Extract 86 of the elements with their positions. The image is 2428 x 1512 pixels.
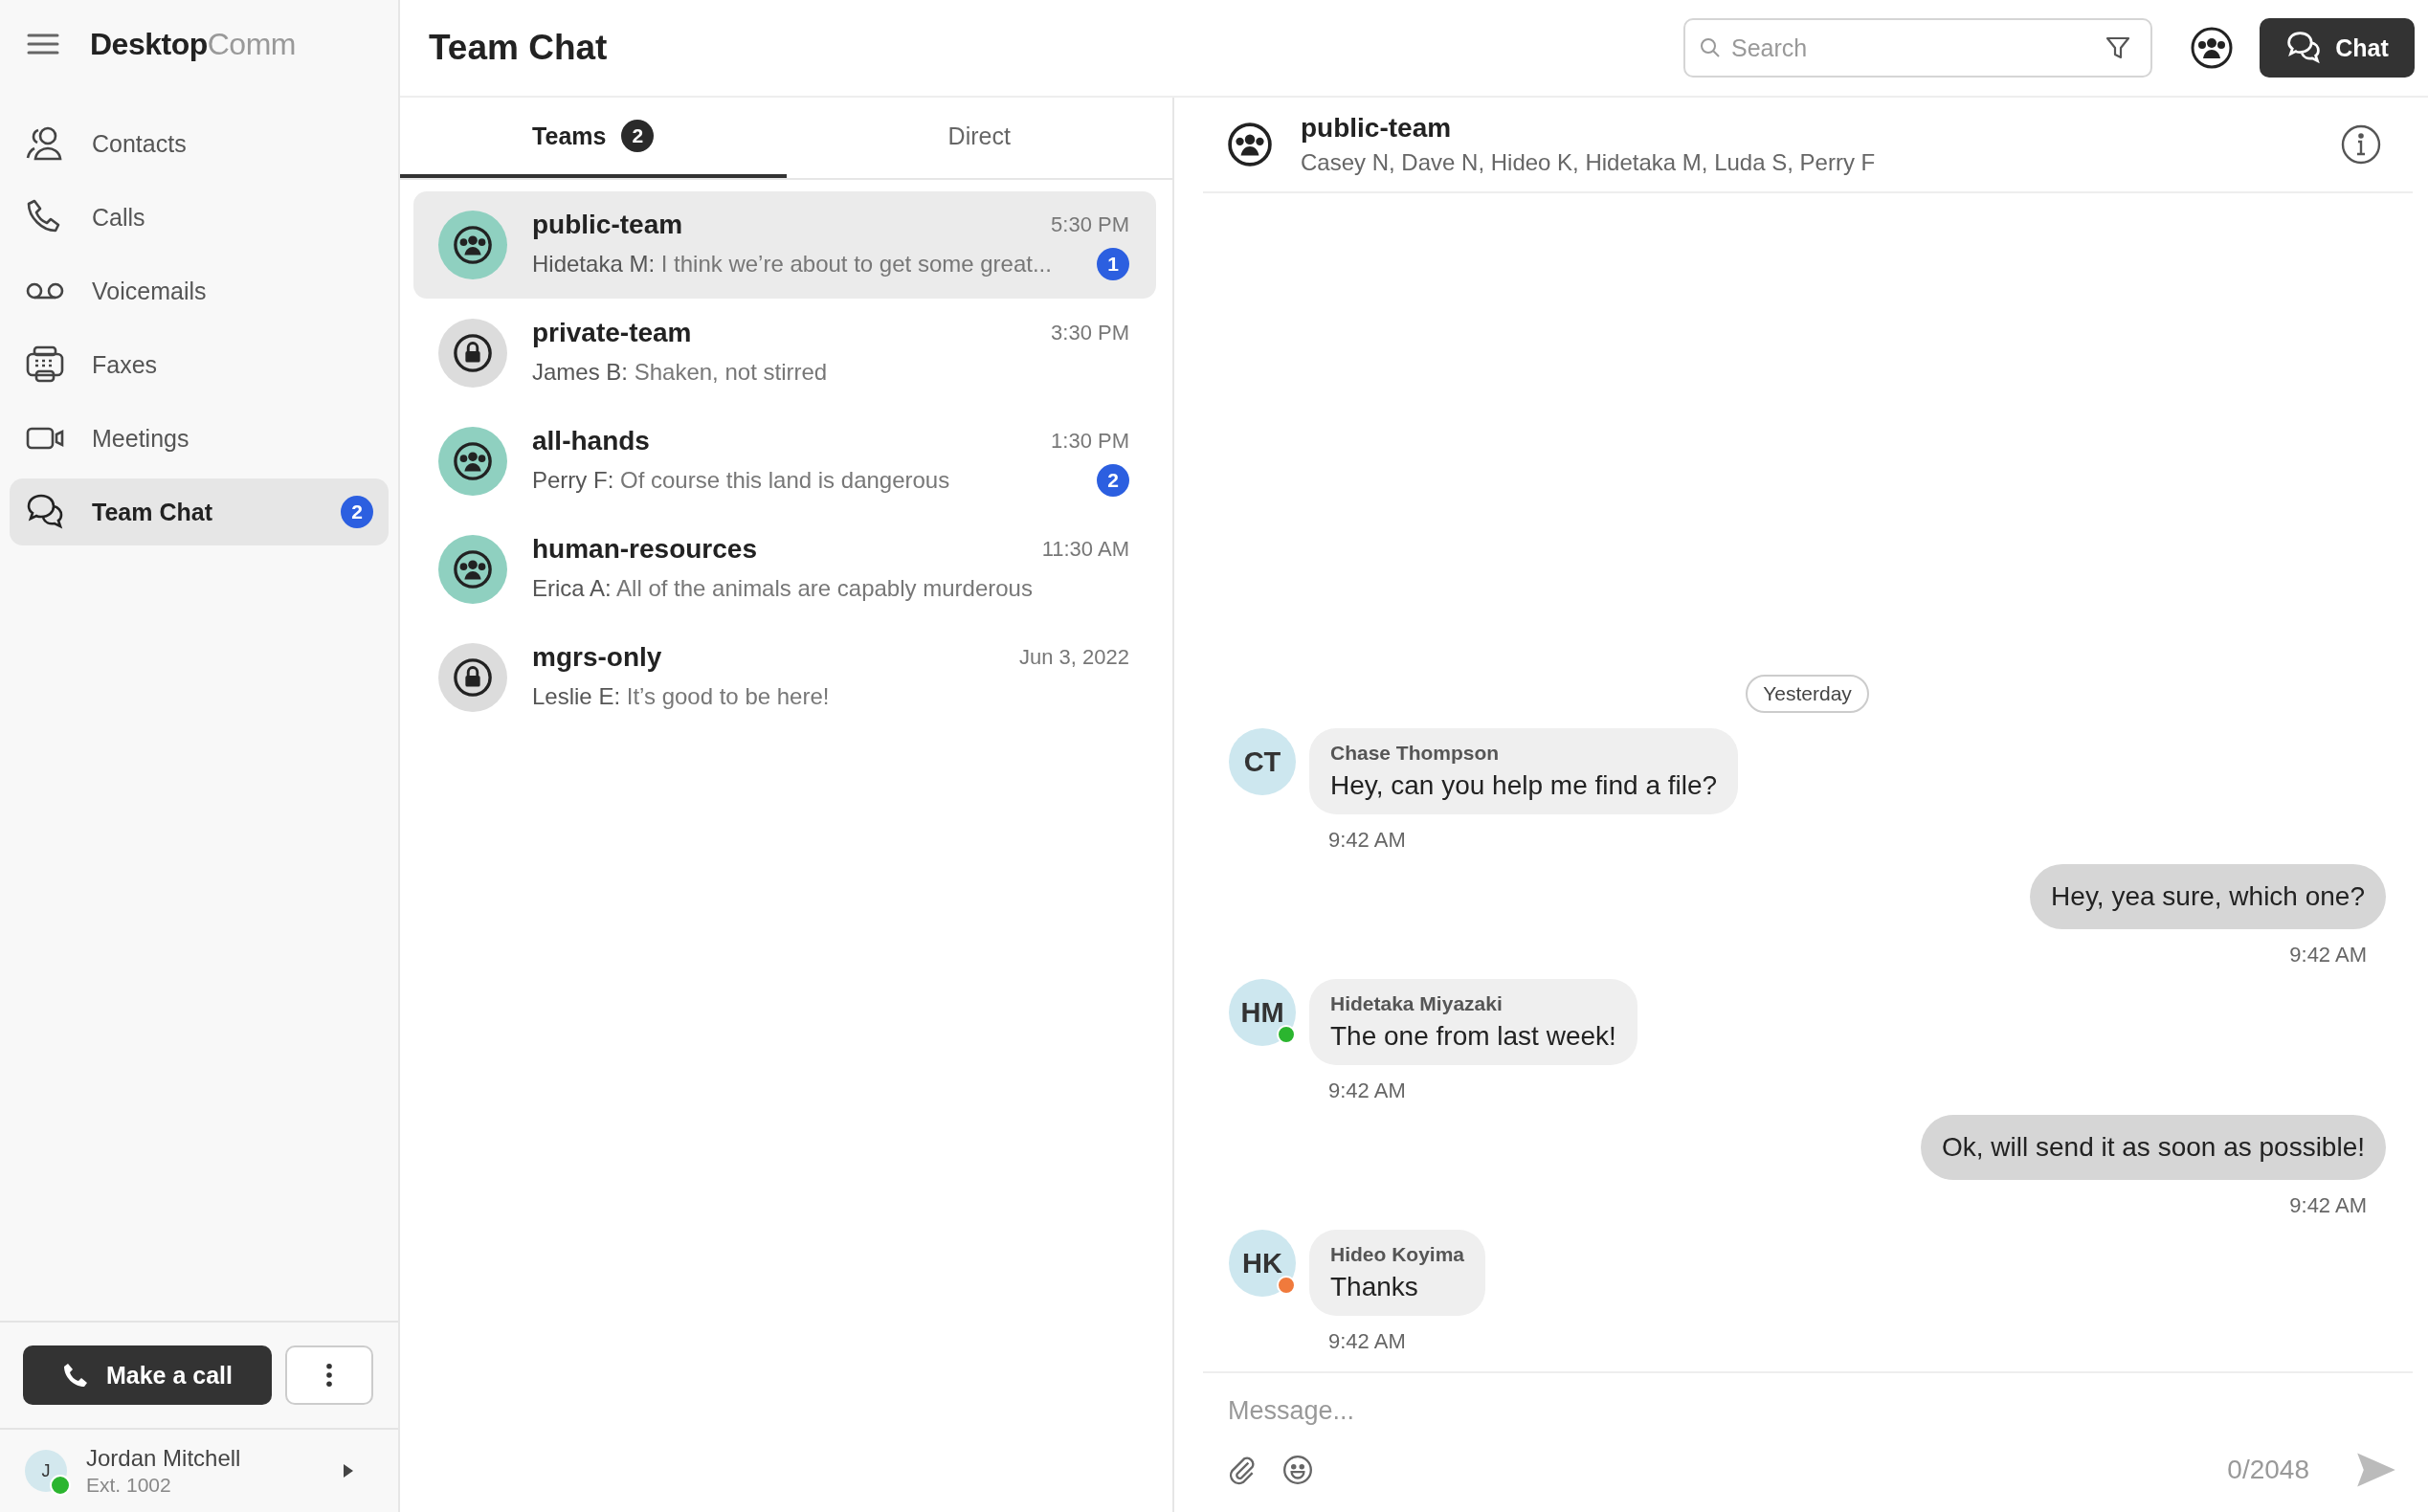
avatar-initial: J (41, 1460, 51, 1481)
app-logo: DesktopComm (90, 26, 296, 62)
message-field[interactable]: Message... (1203, 1373, 2413, 1426)
avatar-initials: HK (1242, 1247, 1282, 1279)
character-counter: 0/2048 (2227, 1455, 2309, 1485)
chat-bubbles-icon (2285, 30, 2323, 66)
page-title: Team Chat (429, 28, 609, 68)
nav-label: Team Chat (92, 498, 213, 526)
nav-label: Voicemails (92, 277, 208, 305)
message-text: Ok, will send it as soon as possible! (1942, 1132, 2365, 1163)
message-text: The one from last week! (1330, 1021, 1616, 1052)
tab[interactable]: Teams 2 (400, 98, 787, 178)
user-name: Jordan Mitchell (86, 1445, 242, 1472)
unread-badge: 2 (1097, 464, 1129, 497)
sender-name: Hidetaka Miyazaki (1330, 992, 1504, 1015)
nav-label: Meetings (92, 424, 190, 453)
filter-icon[interactable] (2105, 34, 2131, 61)
nav-label: Faxes (92, 350, 159, 379)
team-item[interactable]: public-team 5:30 PM Hidetaka M: I think we’re about to get some great... 1 (413, 191, 1156, 299)
menu-icon[interactable] (27, 33, 59, 56)
team-name: mgrs-only (532, 642, 662, 673)
message-preview: James B: Shaken, not stirred (532, 359, 828, 386)
message-text: Hey, can you help me find a file? (1330, 770, 1718, 801)
timestamp: 11:30 AM (1041, 537, 1129, 562)
team-item[interactable]: all-hands 1:30 PM Perry F: Of course this land is dangerous 2 (413, 408, 1156, 515)
group-icon (1228, 122, 1272, 167)
team-item[interactable]: private-team 3:30 PM James B: Shaken, not stirred (413, 300, 1156, 407)
team-item[interactable]: human-resources 11:30 AM Erica A: All of the animals are capably murderous (413, 516, 1156, 623)
nav-item[interactable]: Contacts (10, 110, 389, 177)
lock-icon (453, 657, 493, 698)
timestamp: Jun 3, 2022 (1019, 645, 1129, 670)
message-preview: Leslie E: It’s good to be here! (532, 683, 830, 710)
timestamp: 3:30 PM (1051, 321, 1129, 345)
team-name: all-hands (532, 426, 650, 456)
team-name: public-team (532, 210, 683, 240)
group-icon (453, 225, 493, 265)
message-text: Thanks (1330, 1272, 1419, 1302)
timestamp: 1:30 PM (1051, 429, 1129, 454)
group-icon (453, 441, 493, 481)
message-time: 9:42 AM (1328, 1329, 1406, 1354)
nav-item[interactable]: Faxes (10, 331, 389, 398)
message-preview: Erica A: All of the animals are capably murderous (532, 575, 1033, 602)
nav-item[interactable]: Voicemails (10, 257, 389, 324)
nav-item[interactable]: Team Chat 2 (10, 478, 389, 545)
message-time: 9:42 AM (1328, 828, 1406, 853)
team-name: private-team (532, 318, 692, 348)
message-preview: Hidetaka M: I think we’re about to get some great... (532, 251, 1052, 278)
group-icon[interactable] (2191, 27, 2233, 69)
unread-badge: 2 (341, 496, 373, 528)
nav-item[interactable]: Meetings (10, 405, 389, 472)
sender-name: Chase Thompson (1330, 742, 1501, 765)
message-preview: Perry F: Of course this land is dangerous (532, 467, 950, 494)
unread-badge: 1 (1097, 248, 1129, 280)
nav-label: Calls (92, 203, 146, 232)
message-time: 9:42 AM (2289, 943, 2367, 967)
team-item[interactable]: mgrs-only Jun 3, 2022 Leslie E: It’s good to be here! (413, 624, 1156, 731)
timestamp: 5:30 PM (1051, 212, 1129, 237)
search-field[interactable]: Search (1683, 18, 2152, 78)
tab-label: Direct (947, 122, 1011, 150)
date-divider: Yesterday (1746, 675, 1869, 713)
chat-button[interactable]: Chat (2260, 18, 2415, 78)
nav-item[interactable]: Calls (10, 184, 389, 251)
info-icon[interactable] (2340, 123, 2382, 166)
member-list: Casey N, Dave N, Hideo K, Hidetaka M, Luda S, Perry F (1301, 149, 2311, 176)
avatar-initials: HM (1240, 996, 1284, 1029)
message-time: 9:42 AM (1328, 1078, 1406, 1103)
lock-icon (453, 333, 493, 373)
user-extension: Ext. 1002 (86, 1474, 172, 1497)
group-icon (453, 549, 493, 589)
tab-label: Teams (532, 122, 607, 150)
nav-label: Contacts (92, 129, 188, 158)
message-time: 9:42 AM (2289, 1193, 2367, 1218)
count-badge: 2 (621, 120, 655, 152)
phone-icon (62, 1362, 89, 1389)
team-name: human-resources (532, 534, 757, 565)
more-icon (325, 1363, 333, 1388)
emoji-icon[interactable] (1281, 1454, 1314, 1486)
search-icon (1699, 36, 1722, 59)
caret-icon[interactable] (343, 1463, 354, 1479)
avatar-initials: CT (1243, 745, 1281, 778)
fax-icon (25, 345, 65, 385)
message-text: Hey, yea sure, which one? (2051, 881, 2365, 912)
conversation-title: public-team (1301, 113, 1453, 144)
tab[interactable]: Direct (786, 98, 1172, 178)
make-call-button[interactable]: Make a call (23, 1345, 272, 1405)
sender-name: Hideo Koyima (1330, 1243, 1465, 1266)
